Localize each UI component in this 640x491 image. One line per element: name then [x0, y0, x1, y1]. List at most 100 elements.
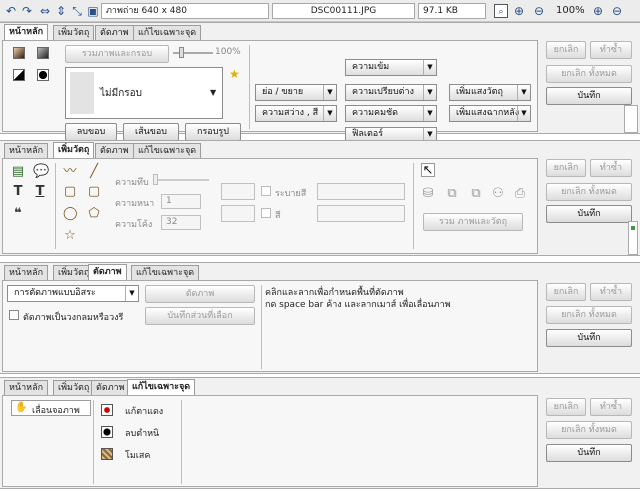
- resize-label: ย่อ / ขยาย: [262, 87, 304, 97]
- rounded-rectangle-icon[interactable]: ▢: [87, 185, 101, 199]
- thickness-input: 1: [161, 194, 201, 209]
- redo-button[interactable]: ทำซ้ำ: [590, 41, 632, 59]
- filename: DSC00111.JPG: [272, 3, 415, 19]
- undo-button[interactable]: ยกเลิก: [546, 159, 586, 177]
- star-shape-icon[interactable]: ☆: [63, 229, 77, 243]
- merge-object-button[interactable]: รวม ภาพและวัตถุ: [423, 213, 523, 231]
- save-button[interactable]: บันทึก: [546, 205, 632, 223]
- crop-button[interactable]: ตัดภาพ: [145, 285, 255, 303]
- intensity-dropdown[interactable]: ความเข้ม ▼: [345, 59, 437, 76]
- negative-icon[interactable]: [37, 69, 49, 81]
- separator: [93, 400, 94, 484]
- save-selection-button[interactable]: บันทึกส่วนที่เลือก: [145, 307, 255, 325]
- background-light-dropdown[interactable]: เพิ่มแสงฉากหลัง ▼: [449, 105, 531, 122]
- tab-spot-edit[interactable]: แก้ไขเฉพาะจุด: [133, 143, 202, 158]
- frame-preview: [70, 72, 94, 114]
- move-view-button[interactable]: ✋ เลื่อนจอภาพ: [11, 400, 91, 416]
- pentagon-icon[interactable]: ⬠: [87, 207, 101, 221]
- redo-button[interactable]: ทำซ้ำ: [590, 398, 632, 416]
- blemish-icon[interactable]: [101, 426, 113, 438]
- zoom-fit-icon[interactable]: ⌕: [494, 4, 508, 18]
- round-crop-checkbox[interactable]: [9, 310, 19, 320]
- undo-all-button[interactable]: ยกเลิก ทั้งหมด: [546, 421, 632, 439]
- chevron-down-icon: ▼: [423, 85, 436, 100]
- freehand-icon[interactable]: 〰: [63, 165, 77, 179]
- clarity-label: ความคมชัด: [352, 108, 398, 118]
- line-style-dropdown: [221, 183, 255, 200]
- undo-button[interactable]: ยกเลิก: [546, 398, 586, 416]
- picture-icon[interactable]: ▣: [86, 4, 100, 18]
- text-style-icon[interactable]: T: [33, 185, 47, 199]
- tab-main[interactable]: หน้าหลัก: [4, 380, 49, 395]
- resize-dropdown[interactable]: ย่อ / ขยาย ▼: [255, 84, 337, 101]
- redo-button[interactable]: ทำซ้ำ: [590, 283, 632, 301]
- tab-spot-edit[interactable]: แก้ไขเฉพาะจุด: [127, 379, 196, 395]
- clarity-dropdown[interactable]: ความคมชัด ▼: [345, 105, 437, 122]
- black-white-icon[interactable]: [13, 69, 25, 81]
- resize-icon[interactable]: ⤡: [70, 4, 84, 18]
- ellipse-icon[interactable]: ◯: [63, 207, 78, 221]
- redo-button[interactable]: ทำซ้ำ: [590, 159, 632, 177]
- zoom-minus-icon[interactable]: ⊖: [610, 4, 624, 18]
- rectangle-icon[interactable]: ▢: [63, 185, 77, 199]
- crop-mode-label: การตัดภาพแบบอิสระ: [14, 288, 96, 298]
- rotate-right-icon[interactable]: ↷: [20, 4, 34, 18]
- curve-value: 32: [166, 217, 178, 227]
- save-button[interactable]: บันทึก: [546, 87, 632, 105]
- object-light-label: เพิ่มแสงวัตถุ: [456, 87, 503, 97]
- brightness-dropdown[interactable]: ความสว่าง , สี ▼: [255, 105, 337, 122]
- hand-icon: ✋: [15, 402, 28, 413]
- tab-crop[interactable]: ตัดภาพ: [95, 143, 134, 158]
- opacity-value: 100%: [215, 47, 241, 57]
- undo-all-button[interactable]: ยกเลิก ทั้งหมด: [546, 65, 632, 83]
- tab-main[interactable]: หน้าหลัก: [4, 265, 49, 280]
- rotate-left-icon[interactable]: ↶: [4, 4, 18, 18]
- tab-add-object[interactable]: เพิ่มวัตถุ: [53, 142, 95, 158]
- tab-spot-edit[interactable]: แก้ไขเฉพาะจุด: [131, 265, 200, 280]
- speech-bubble-icon[interactable]: 💬: [33, 165, 49, 179]
- tab-crop[interactable]: ตัดภาพ: [88, 264, 127, 280]
- red-eye-icon[interactable]: [101, 404, 113, 416]
- undo-button[interactable]: ยกเลิก: [546, 283, 586, 301]
- spot-tools-area: ✋ เลื่อนจอภาพ แก้ตาแดง ลบตำหนิ โมเสค: [2, 395, 538, 487]
- grayscale-icon[interactable]: [37, 47, 49, 59]
- contrast-dropdown[interactable]: ความเปรียบต่าง ▼: [345, 84, 437, 101]
- border-line-button[interactable]: เส้นขอบ: [123, 123, 179, 141]
- quote-icon[interactable]: ❝: [11, 207, 25, 221]
- chevron-down-icon: ▼: [125, 286, 138, 301]
- crop-mode-dropdown[interactable]: การตัดภาพแบบอิสระ ▼: [7, 285, 139, 302]
- undo-button[interactable]: ยกเลิก: [546, 41, 586, 59]
- tab-spot-edit[interactable]: แก้ไขเฉพาะจุด: [133, 25, 202, 40]
- tab-main[interactable]: หน้าหลัก: [4, 143, 49, 158]
- image-insert-icon[interactable]: ▤: [11, 165, 25, 179]
- frame-dropdown[interactable]: ไม่มีกรอบ ▼: [65, 67, 223, 119]
- line-icon[interactable]: ╱: [87, 165, 101, 179]
- star-icon[interactable]: ★: [229, 67, 240, 81]
- zoom-in-icon[interactable]: ⊕: [591, 4, 605, 18]
- curve-label: ความโค้ง: [115, 220, 153, 230]
- mosaic-icon[interactable]: [101, 448, 113, 460]
- move-view-label: เลื่อนจอภาพ: [32, 406, 80, 416]
- undo-all-button[interactable]: ยกเลิก ทั้งหมด: [546, 306, 632, 324]
- save-button[interactable]: บันทึก: [546, 444, 632, 462]
- zoom-out-icon[interactable]: ⊖: [532, 4, 546, 18]
- tab-crop[interactable]: ตัดภาพ: [95, 25, 134, 40]
- save-button[interactable]: บันทึก: [546, 329, 632, 347]
- tab-crop[interactable]: ตัดภาพ: [91, 380, 130, 395]
- picture-frame-button[interactable]: กรอบรูป: [185, 123, 241, 141]
- text-icon[interactable]: T: [11, 185, 25, 199]
- opacity-slider-thumb[interactable]: [179, 47, 184, 58]
- erase-edge-button[interactable]: ลบขอบ: [65, 123, 117, 141]
- tab-main[interactable]: หน้าหลัก: [4, 24, 49, 40]
- object-light-dropdown[interactable]: เพิ่มแสงวัตถุ ▼: [449, 84, 531, 101]
- color-tone-icon[interactable]: [13, 47, 25, 59]
- combine-frame-button[interactable]: รวมภาพและกรอบ: [65, 45, 169, 63]
- tab-add-object[interactable]: เพิ่มวัตถุ: [53, 380, 95, 395]
- opacity-slider-thumb: [153, 174, 158, 185]
- pointer-icon[interactable]: ↖: [421, 163, 435, 178]
- zoom-actual-icon[interactable]: ⊕: [512, 4, 526, 18]
- flip-vertical-icon[interactable]: ⇕: [54, 4, 68, 18]
- tab-add-object[interactable]: เพิ่มวัตถุ: [53, 25, 95, 40]
- flip-horizontal-icon[interactable]: ⇔: [38, 4, 52, 18]
- undo-all-button[interactable]: ยกเลิก ทั้งหมด: [546, 183, 632, 201]
